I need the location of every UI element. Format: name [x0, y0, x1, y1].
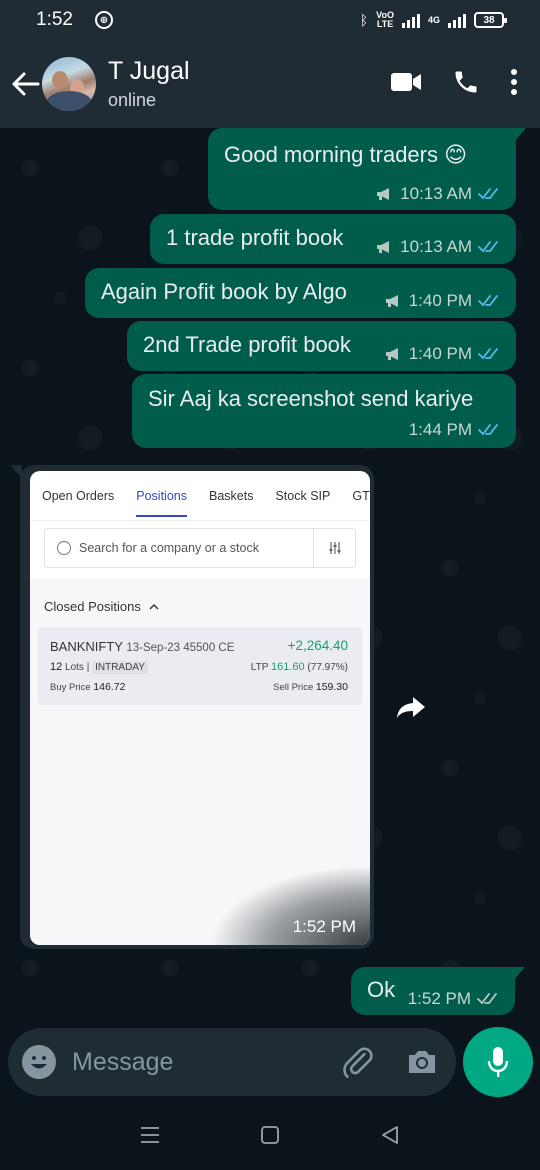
back-nav-icon[interactable] — [380, 1125, 400, 1150]
system-nav-bar — [0, 1104, 540, 1170]
message-time: 1:44 PM — [408, 420, 472, 439]
mic-icon — [487, 1047, 509, 1077]
signal-icon-2 — [448, 12, 466, 28]
contact-info[interactable]: T Jugal online — [108, 57, 190, 111]
message-time: 1:52 PM — [292, 917, 356, 936]
screenshot-search: Search for a company or a stock — [44, 528, 356, 568]
menu-nav-icon[interactable] — [140, 1126, 160, 1149]
position-ltp: LTP 161.60 (77.97%) — [250, 661, 348, 673]
message-input[interactable] — [72, 1047, 322, 1077]
contact-status: online — [108, 90, 157, 110]
read-ticks-icon — [478, 295, 498, 307]
video-call-icon[interactable] — [390, 71, 422, 98]
megaphone-icon — [377, 241, 390, 253]
battery-icon: 38 — [474, 12, 507, 28]
volte-icon: VoO LTE — [376, 10, 394, 29]
contact-name: T Jugal — [108, 57, 190, 85]
message-meta: 10:13 AM — [376, 237, 502, 257]
message-text: Sir Aaj ka screenshot send kariye — [148, 386, 474, 411]
megaphone-icon — [385, 295, 398, 307]
message-bubble[interactable]: Sir Aaj ka screenshot send kariye 1:44 P… — [132, 374, 516, 448]
attach-icon[interactable] — [340, 1044, 376, 1080]
message-bubble[interactable]: Again Profit book by Algo 1:40 PM — [85, 268, 516, 318]
message-time: 1:40 PM — [408, 291, 472, 310]
more-options-icon[interactable] — [510, 68, 518, 101]
position-buy-price: Buy Price 146.72 — [50, 681, 126, 693]
megaphone-icon — [385, 348, 398, 360]
message-time: 10:13 AM — [400, 237, 472, 256]
message-text: Ok — [367, 977, 396, 1002]
network-type: 4G — [427, 15, 440, 25]
filter-icon — [313, 529, 355, 567]
message-bubble[interactable]: 2nd Trade profit book 1:40 PM — [127, 321, 516, 371]
tab-open-orders: Open Orders — [42, 488, 115, 503]
forward-icon[interactable] — [388, 684, 434, 730]
message-time: 10:13 AM — [400, 184, 472, 203]
search-placeholder: Search for a company or a stock — [79, 541, 259, 555]
closed-positions-label: Closed Positions — [44, 599, 159, 614]
tab-baskets: Baskets — [209, 488, 254, 503]
message-composer — [8, 1028, 456, 1096]
read-ticks-icon — [478, 241, 498, 253]
header-actions — [390, 68, 518, 101]
voice-call-icon[interactable] — [452, 68, 480, 101]
read-ticks-icon — [478, 348, 498, 360]
chat-area[interactable]: Good morning traders 😊 10:13 AM 1 trade … — [0, 128, 540, 1025]
message-text: 1 trade profit book — [166, 225, 344, 250]
home-nav-icon[interactable] — [260, 1125, 280, 1150]
camera-icon[interactable] — [404, 1044, 440, 1080]
bluetooth-icon: ᛒ — [359, 12, 369, 28]
position-lots: 12 Lots | INTRADAY — [50, 661, 148, 674]
read-ticks-icon — [478, 424, 498, 436]
read-ticks-icon — [478, 188, 498, 200]
status-time: 1:52 — [36, 9, 73, 30]
message-meta: 1:44 PM — [409, 420, 502, 440]
emoji-icon[interactable] — [22, 1045, 56, 1079]
message-meta: 1:40 PM — [385, 344, 502, 364]
message-time: 1:40 PM — [408, 344, 472, 363]
tab-gtt: GT — [352, 488, 370, 503]
mic-button[interactable] — [463, 1027, 533, 1097]
chevron-up-icon — [149, 604, 159, 610]
delivered-ticks-icon — [477, 993, 497, 1005]
status-icons: ᛒ VoO LTE 4G 38 — [359, 10, 507, 29]
avatar[interactable] — [42, 57, 96, 111]
app-notification-icon: ⊕ — [94, 11, 113, 29]
position-card: BANKNIFTY 13-Sep-23 45500 CE +2,264.40 1… — [38, 627, 362, 705]
message-text: Again Profit book by Algo — [101, 279, 347, 304]
message-meta: 10:13 AM — [376, 184, 502, 204]
screenshot-tabs: Open Orders Positions Baskets Stock SIP … — [30, 471, 370, 521]
chat-header: T Jugal online — [0, 40, 540, 128]
message-bubble[interactable]: Ok 1:52 PM — [351, 967, 525, 1015]
position-sell-price: Sell Price 159.30 — [273, 681, 348, 693]
tab-positions: Positions — [136, 471, 187, 521]
tab-stock-sip: Stock SIP — [275, 488, 331, 503]
position-pnl: +2,264.40 — [287, 638, 348, 653]
search-icon — [57, 541, 71, 555]
message-meta: 1:52 PM — [408, 989, 501, 1009]
message-time: 1:52 PM — [407, 989, 471, 1008]
message-meta: 1:40 PM — [385, 291, 502, 311]
message-bubble[interactable]: Good morning traders 😊 10:13 AM — [208, 128, 526, 210]
screenshot-image[interactable]: Open Orders Positions Baskets Stock SIP … — [30, 471, 370, 945]
status-bar: 1:52 ⊕ ᛒ VoO LTE 4G 38 — [0, 0, 540, 40]
message-text: 2nd Trade profit book — [143, 332, 351, 357]
message-bubble[interactable]: 1 trade profit book 10:13 AM — [150, 214, 516, 264]
message-text: Good morning traders 😊 — [224, 142, 468, 167]
megaphone-icon — [377, 188, 390, 200]
image-message[interactable]: Open Orders Positions Baskets Stock SIP … — [10, 465, 374, 949]
signal-icon — [401, 12, 420, 28]
position-symbol: BANKNIFTY 13-Sep-23 45500 CE — [50, 639, 235, 654]
back-arrow-icon[interactable] — [6, 64, 46, 104]
